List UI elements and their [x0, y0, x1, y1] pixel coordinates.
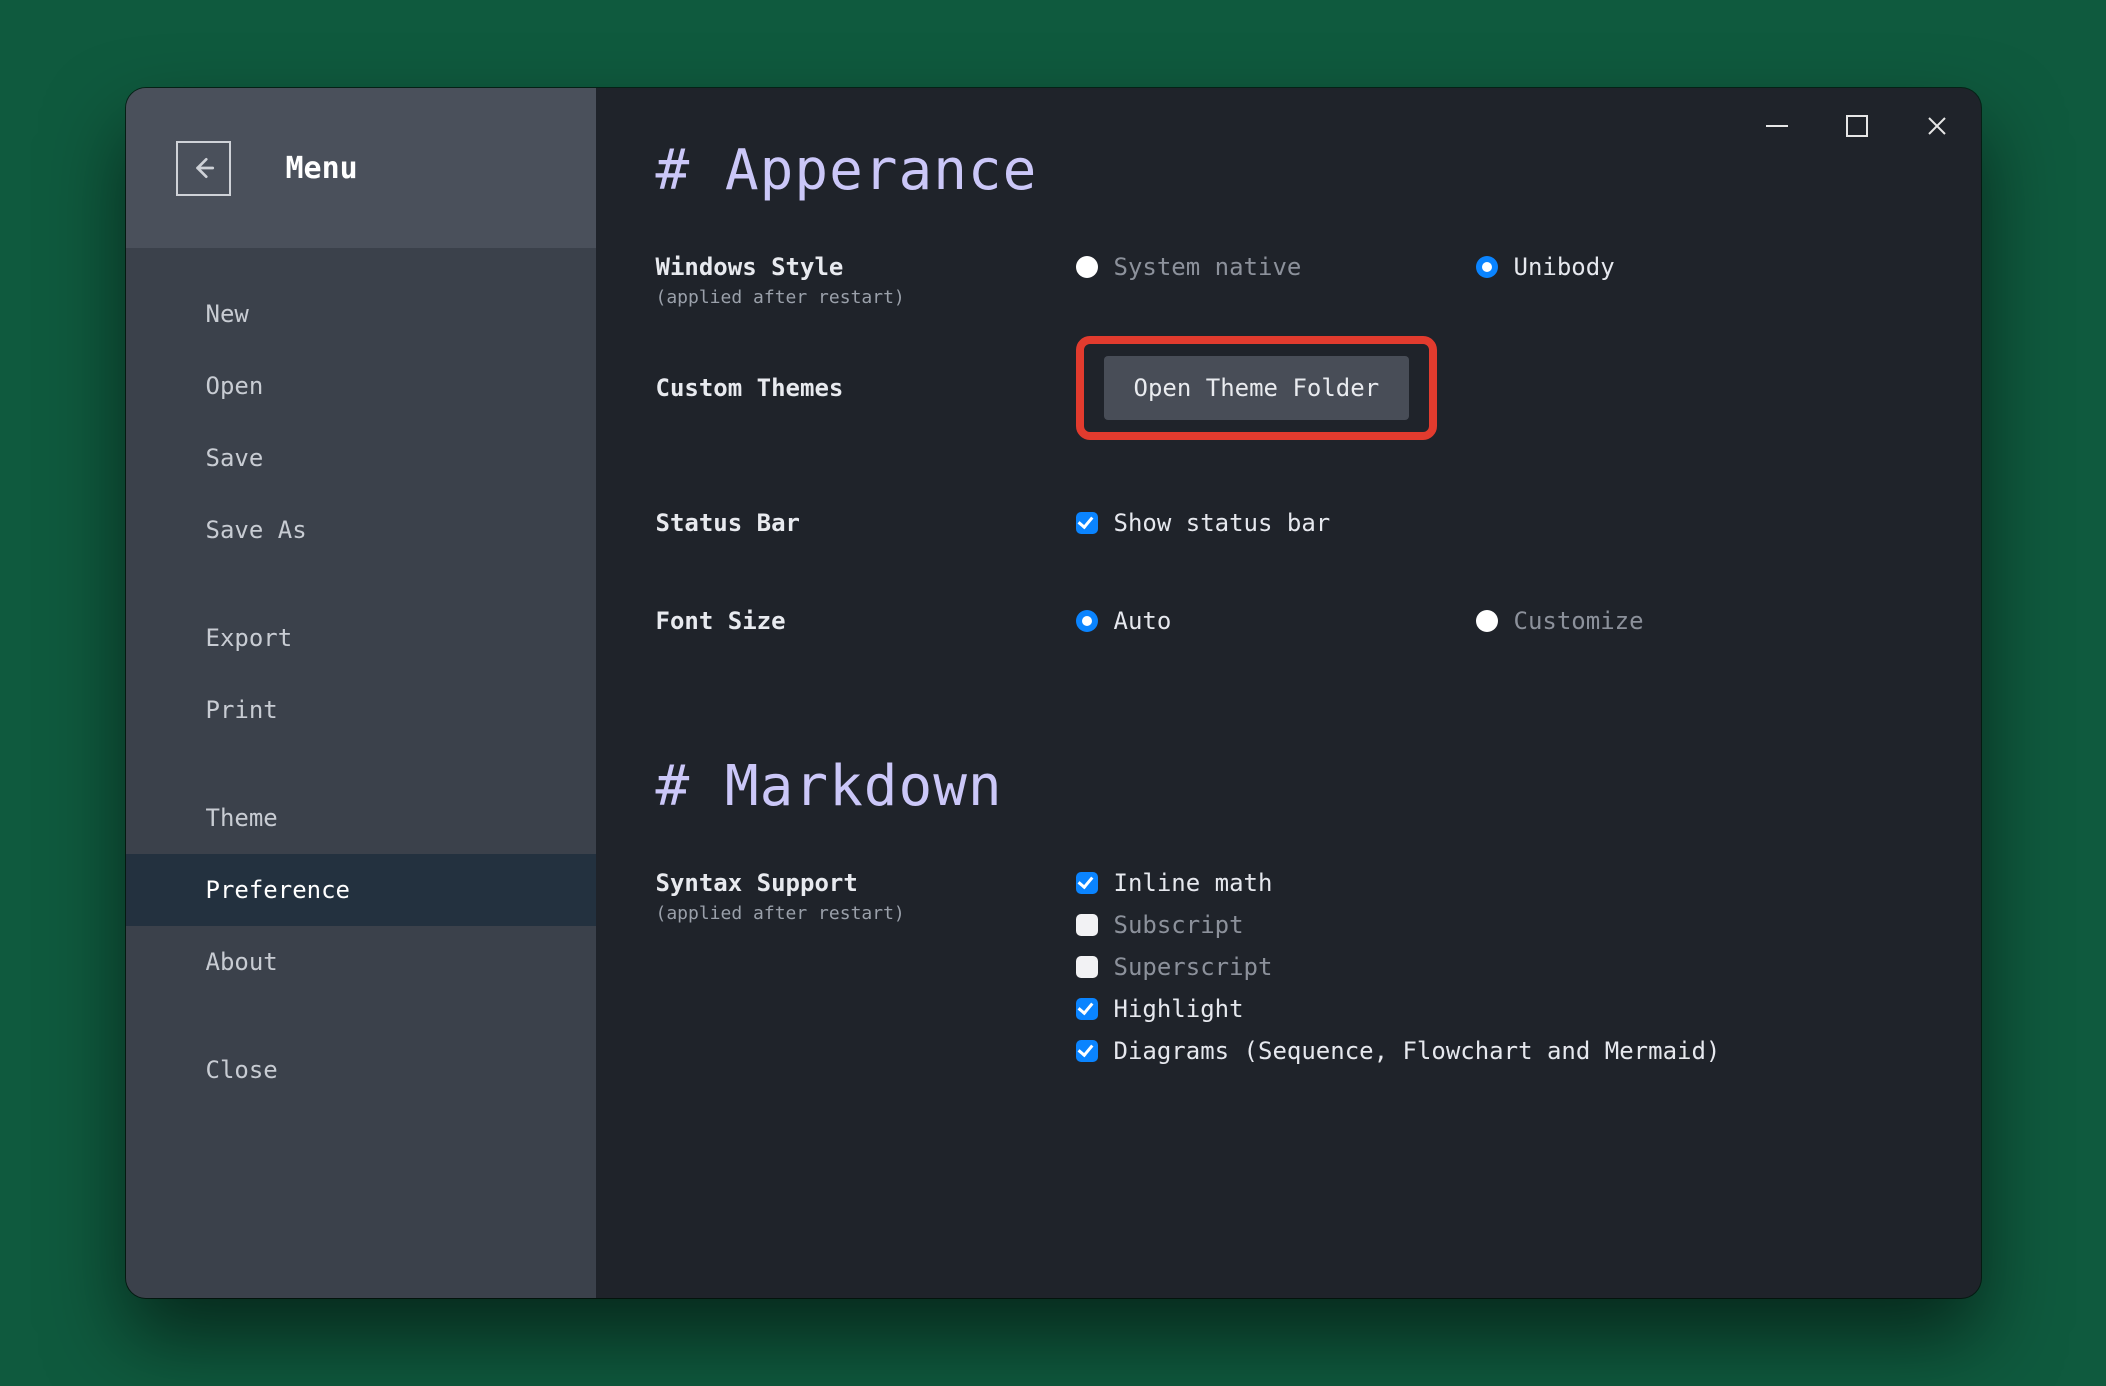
radio-unibody[interactable]: Unibody — [1476, 253, 1615, 281]
checkbox-subscript[interactable]: Subscript — [1076, 911, 1921, 939]
minimize-button[interactable] — [1757, 106, 1797, 146]
syntax-support-sub: (applied after restart) — [656, 903, 1076, 924]
checkbox-label: Superscript — [1114, 953, 1273, 981]
radio-dot-icon — [1476, 610, 1498, 632]
checkbox-icon — [1076, 1040, 1098, 1062]
markdown-heading: # Markdown — [656, 754, 1921, 819]
radio-label: System native — [1114, 253, 1302, 281]
window-controls — [1757, 106, 1957, 146]
close-window-button[interactable] — [1917, 106, 1957, 146]
sidebar-title: Menu — [286, 151, 358, 186]
sidebar-item-print[interactable]: Print — [126, 674, 596, 746]
status-bar-label: Status Bar — [656, 509, 1076, 537]
sidebar: Menu NewOpenSaveSave As ExportPrint ThemeP… — [126, 88, 596, 1298]
checkbox-label: Diagrams (Sequence, Flowchart and Mermai… — [1114, 1037, 1721, 1065]
row-status-bar: Status Bar Show status bar — [656, 488, 1921, 558]
checkbox-superscript[interactable]: Superscript — [1076, 953, 1921, 981]
checkbox-icon — [1076, 914, 1098, 936]
main-content: # Apperance Windows Style (applied after… — [596, 88, 1981, 1298]
row-font-size: Font Size Auto Customize — [656, 586, 1921, 656]
open-theme-folder-button[interactable]: Open Theme Folder — [1104, 356, 1410, 420]
windows-style-label: Windows Style — [656, 253, 1076, 281]
custom-themes-label: Custom Themes — [656, 374, 1076, 402]
row-syntax-support: Syntax Support (applied after restart) I… — [656, 869, 1921, 1065]
sidebar-item-close[interactable]: Close — [126, 1034, 596, 1106]
sidebar-item-save-as[interactable]: Save As — [126, 494, 596, 566]
highlight-open-theme-folder: Open Theme Folder — [1076, 336, 1438, 440]
radio-label: Unibody — [1514, 253, 1615, 281]
checkbox-icon — [1076, 998, 1098, 1020]
radio-label: Auto — [1114, 607, 1172, 635]
maximize-button[interactable] — [1837, 106, 1877, 146]
back-button[interactable] — [176, 141, 231, 196]
appearance-heading: # Apperance — [656, 138, 1921, 203]
checkbox-show-status-bar[interactable]: Show status bar — [1076, 509, 1331, 537]
radio-system-native[interactable]: System native — [1076, 253, 1336, 281]
sidebar-item-about[interactable]: About — [126, 926, 596, 998]
checkbox-highlight[interactable]: Highlight — [1076, 995, 1921, 1023]
checkbox-label: Highlight — [1114, 995, 1244, 1023]
syntax-support-label: Syntax Support — [656, 869, 1076, 897]
sidebar-list: NewOpenSaveSave As ExportPrint ThemePrefer… — [126, 248, 596, 1142]
checkbox-label: Subscript — [1114, 911, 1244, 939]
radio-dot-icon — [1076, 256, 1098, 278]
app-window: Menu NewOpenSaveSave As ExportPrint ThemeP… — [126, 88, 1981, 1298]
checkbox-diagrams-sequence-flowchart-and-mermaid-[interactable]: Diagrams (Sequence, Flowchart and Mermai… — [1076, 1037, 1921, 1065]
radio-auto[interactable]: Auto — [1076, 607, 1336, 635]
sidebar-item-preference[interactable]: Preference — [126, 854, 596, 926]
checkbox-label: Inline math — [1114, 869, 1273, 897]
radio-label: Customize — [1514, 607, 1644, 635]
radio-dot-icon — [1476, 256, 1498, 278]
sidebar-item-theme[interactable]: Theme — [126, 782, 596, 854]
checkbox-label: Show status bar — [1114, 509, 1331, 537]
sidebar-item-open[interactable]: Open — [126, 350, 596, 422]
checkbox-icon — [1076, 872, 1098, 894]
sidebar-item-export[interactable]: Export — [126, 602, 596, 674]
checkbox-icon — [1076, 956, 1098, 978]
radio-customize[interactable]: Customize — [1476, 607, 1644, 635]
radio-dot-icon — [1076, 610, 1098, 632]
checkbox-icon — [1076, 512, 1098, 534]
sidebar-item-save[interactable]: Save — [126, 422, 596, 494]
sidebar-header: Menu — [126, 88, 596, 248]
sidebar-item-new[interactable]: New — [126, 278, 596, 350]
font-size-label: Font Size — [656, 607, 1076, 635]
checkbox-inline-math[interactable]: Inline math — [1076, 869, 1921, 897]
row-custom-themes: Custom Themes Open Theme Folder — [656, 336, 1921, 440]
windows-style-sub: (applied after restart) — [656, 287, 1076, 308]
row-windows-style: Windows Style (applied after restart) Sy… — [656, 253, 1921, 308]
